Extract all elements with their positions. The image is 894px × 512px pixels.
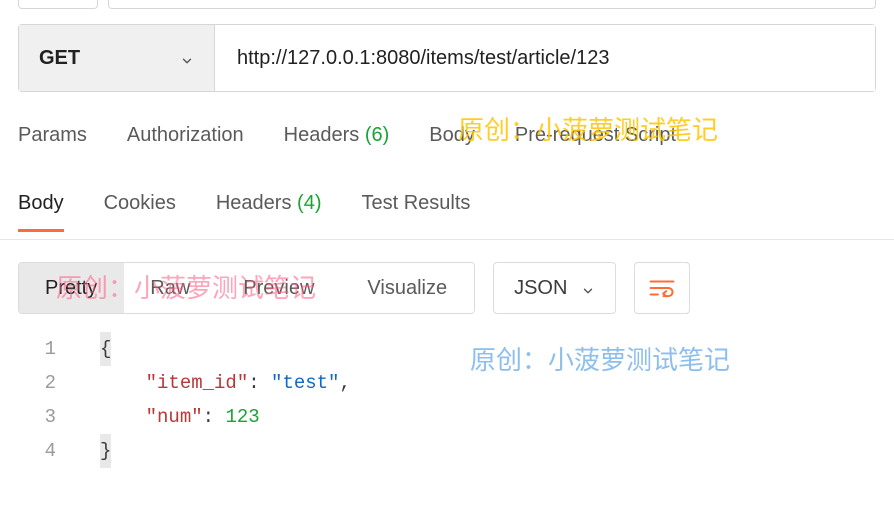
tab-test-results[interactable]: Test Results bbox=[361, 192, 470, 229]
view-pretty[interactable]: Pretty bbox=[19, 263, 124, 313]
response-tabs: Body Cookies Headers (4) Test Results bbox=[0, 192, 894, 240]
line-number: 2 bbox=[26, 366, 70, 400]
line-number: 1 bbox=[26, 332, 70, 366]
format-select[interactable]: JSON bbox=[493, 262, 616, 314]
tab-params[interactable]: Params bbox=[18, 124, 87, 147]
tab-response-headers[interactable]: Headers (4) bbox=[216, 192, 322, 229]
view-mode-segment: Pretty Raw Preview Visualize bbox=[18, 262, 475, 314]
format-label: JSON bbox=[514, 277, 567, 300]
request-row: GET http://127.0.0.1:8080/items/test/art… bbox=[18, 24, 876, 92]
tab-cookies[interactable]: Cookies bbox=[104, 192, 176, 229]
url-input[interactable]: http://127.0.0.1:8080/items/test/article… bbox=[215, 25, 875, 91]
view-visualize[interactable]: Visualize bbox=[341, 263, 474, 313]
tab-authorization[interactable]: Authorization bbox=[127, 124, 244, 147]
top-tab-stubs bbox=[0, 0, 894, 11]
line-number: 3 bbox=[26, 400, 70, 434]
line-number: 4 bbox=[26, 434, 70, 468]
http-method-select[interactable]: GET bbox=[19, 25, 215, 91]
request-tabs: Params Authorization Headers (6) Body Pr… bbox=[18, 124, 886, 147]
response-body-code[interactable]: 1 { 2 "item_id": "test", 3 "num": 123 4 … bbox=[26, 332, 876, 468]
tab-prerequest[interactable]: Pre-request Script bbox=[515, 124, 676, 147]
wrap-lines-button[interactable] bbox=[634, 262, 690, 314]
tab-request-headers[interactable]: Headers (6) bbox=[284, 124, 390, 147]
chevron-down-icon bbox=[180, 51, 194, 65]
chevron-down-icon bbox=[581, 281, 595, 295]
view-preview[interactable]: Preview bbox=[217, 263, 341, 313]
http-method-label: GET bbox=[39, 47, 80, 70]
url-text: http://127.0.0.1:8080/items/test/article… bbox=[237, 47, 609, 70]
tab-response-body[interactable]: Body bbox=[18, 192, 64, 232]
wrap-lines-icon bbox=[649, 277, 675, 299]
view-raw[interactable]: Raw bbox=[124, 263, 217, 313]
view-controls: Pretty Raw Preview Visualize JSON bbox=[18, 262, 876, 314]
tab-request-body[interactable]: Body bbox=[429, 124, 475, 147]
